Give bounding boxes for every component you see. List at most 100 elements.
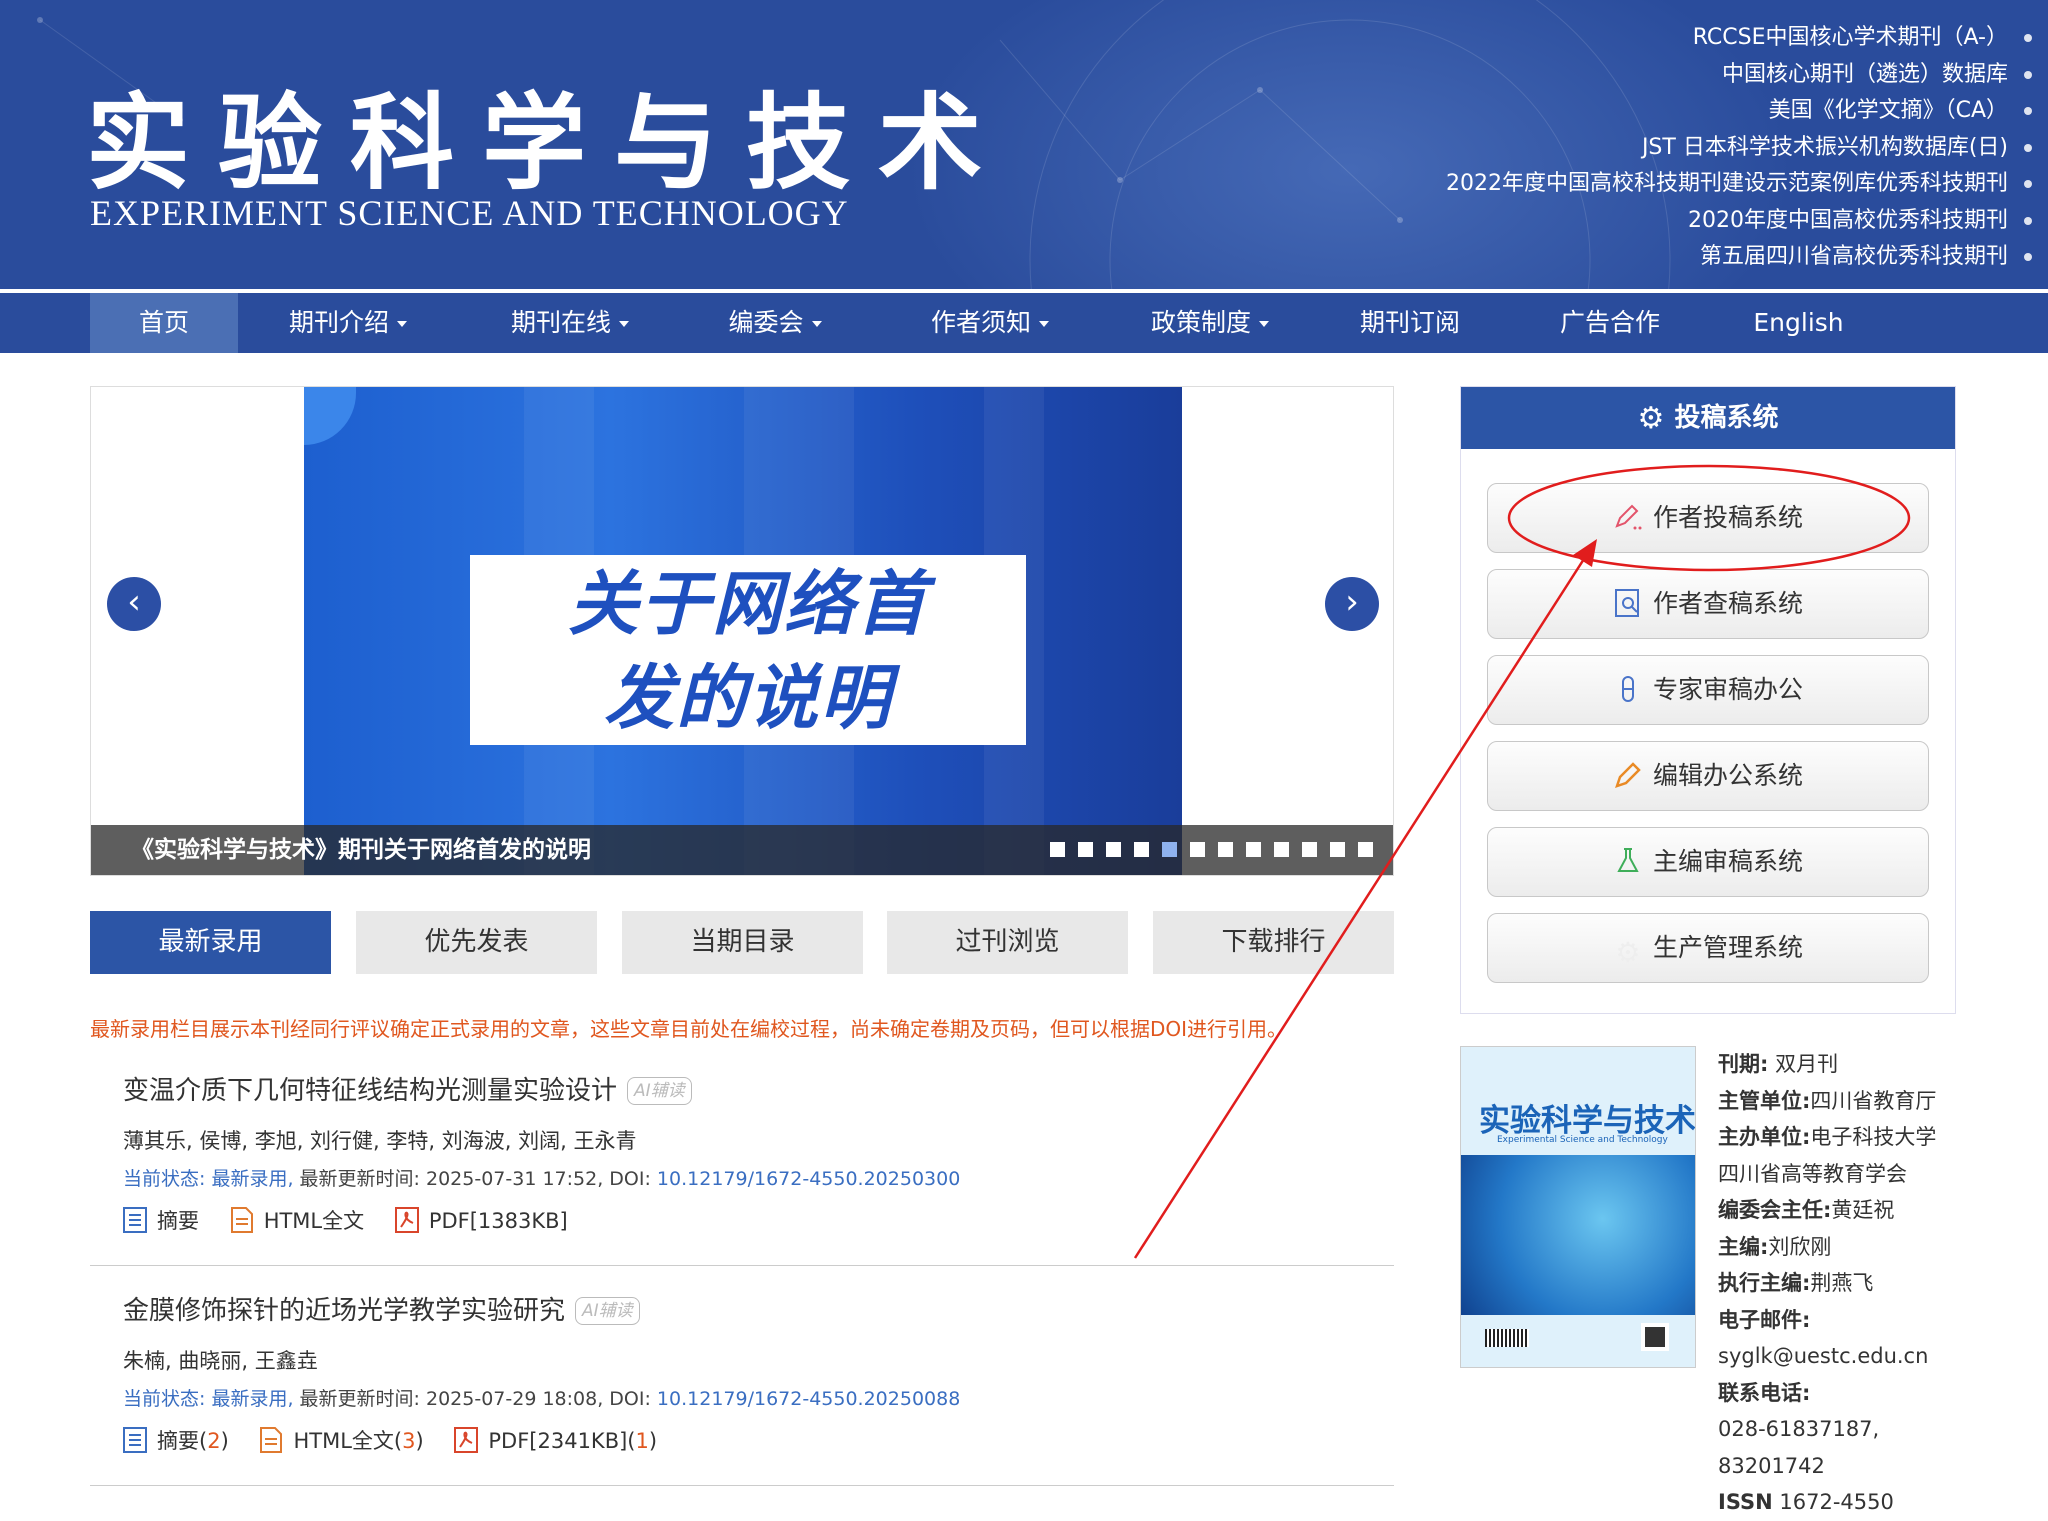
info-line: ISSN 1672-4550 [1718, 1490, 1894, 1514]
editor-office-button[interactable]: 编辑办公系统 [1487, 741, 1929, 811]
status-label: 当前状态: [123, 1388, 206, 1410]
tab-priority[interactable]: 优先发表 [356, 911, 597, 974]
tab-download-ranking[interactable]: 下载排行 [1153, 911, 1394, 974]
article-links: 摘要(2) HTML全文(3) PDF[2341KB](1) [123, 1425, 681, 1455]
author-submission-button[interactable]: 作者投稿系统 [1487, 483, 1929, 553]
carousel-dot[interactable] [1246, 842, 1261, 857]
carousel-dot[interactable] [1302, 842, 1317, 857]
carousel-dot[interactable] [1050, 842, 1065, 857]
tab-current-issue[interactable]: 当期目录 [622, 911, 863, 974]
doi-link[interactable]: 10.12179/1672-4550.20250300 [657, 1168, 960, 1190]
carousel-dot[interactable] [1106, 842, 1121, 857]
main-nav: 首页 期刊介绍 期刊在线 编委会 作者须知 政策制度 期刊订阅 广告合作 Eng… [0, 291, 2048, 353]
journal-logo-en: EXPERIMENT SCIENCE AND TECHNOLOGY [90, 193, 849, 233]
carousel-dot[interactable] [1078, 842, 1093, 857]
qr-code-icon [1641, 1323, 1669, 1351]
info-line: 主管单位:四川省教育厅 [1718, 1088, 1937, 1113]
ai-read-badge[interactable]: AI辅读 [575, 1297, 640, 1325]
honor-item: 美国《化学文摘》（CA） [1446, 93, 2032, 130]
article-divider [90, 1265, 1394, 1266]
nav-policies[interactable]: 政策制度 [1120, 293, 1300, 353]
list-icon [123, 1427, 147, 1453]
gear-icon: ⚙ [1637, 401, 1665, 436]
chief-editor-review-button[interactable]: 主编审稿系统 [1487, 827, 1929, 897]
article-title[interactable]: 金膜修饰探针的近场光学教学实验研究 AI辅读 [123, 1290, 640, 1327]
article-item: 金膜修饰探针的近场光学教学实验研究 AI辅读 朱楠, 曲晓丽, 王鑫垚 当前状态:… [90, 1290, 1394, 1490]
article-title[interactable]: 变温介质下几何特征线结构光测量实验设计 AI辅读 [123, 1070, 692, 1107]
info-line: 联系电话: [1718, 1380, 1811, 1405]
journal-cover[interactable]: 实验科学与技术 Experimental Science and Technol… [1460, 1046, 1696, 1368]
cover-subtitle: Experimental Science and Technology [1497, 1135, 1668, 1145]
nav-editorial-board[interactable]: 编委会 [700, 293, 850, 353]
abstract-link[interactable]: 摘要 [123, 1205, 199, 1235]
slide-title-line: 关于网络首 [568, 563, 928, 645]
pdf-link[interactable]: PDF[2341KB](1) [454, 1427, 657, 1453]
carousel-dot[interactable] [1358, 842, 1373, 857]
nav-subscribe[interactable]: 期刊订阅 [1340, 293, 1480, 353]
journal-logo-cn[interactable]: 实验科学与技术 [86, 58, 1010, 209]
article-links: 摘要 HTML全文 PDF[1383KB] [123, 1205, 592, 1235]
html-fulltext-link[interactable]: HTML全文 [230, 1205, 364, 1235]
article-authors[interactable]: 薄其乐, 侯博, 李旭, 刘行健, 李特, 刘海波, 刘阔, 王永青 [123, 1125, 636, 1155]
doi-link[interactable]: 10.12179/1672-4550.20250088 [657, 1388, 960, 1410]
tab-latest-accepted[interactable]: 最新录用 [90, 911, 331, 974]
cover-artwork [1461, 1155, 1695, 1315]
carousel-next-button[interactable]: › [1325, 577, 1379, 631]
site-header: 实验科学与技术 EXPERIMENT SCIENCE AND TECHNOLOG… [0, 0, 2048, 289]
article-meta: 当前状态: 最新录用, 最新更新时间: 2025-07-31 17:52, DO… [123, 1164, 960, 1191]
nav-author-guide[interactable]: 作者须知 [900, 293, 1080, 353]
carousel-slide[interactable]: 关于网络首 发的说明 [304, 387, 1182, 875]
slide-title-line: 发的说明 [604, 657, 892, 739]
pdf-icon [454, 1427, 479, 1453]
carousel-caption[interactable]: 《实验科学与技术》期刊关于网络首发的说明 [91, 825, 1393, 875]
info-line: 电子邮件: [1718, 1307, 1811, 1332]
article-authors[interactable]: 朱楠, 曲晓丽, 王鑫垚 [123, 1345, 318, 1375]
carousel-dot-active[interactable] [1162, 842, 1177, 857]
ai-read-badge[interactable]: AI辅读 [627, 1077, 692, 1105]
chevron-right-icon: › [1345, 582, 1359, 622]
html-fulltext-link[interactable]: HTML全文(3) [259, 1425, 424, 1455]
email-link[interactable]: syglk@uestc.edu.cn [1718, 1338, 1936, 1375]
caret-down-icon [811, 321, 822, 327]
info-line: 编委会主任:黄廷祝 [1718, 1198, 1895, 1222]
updated-time: 最新更新时间: 2025-07-31 17:52, DOI: [299, 1168, 651, 1190]
honor-item: RCCSE中国核心学术期刊（A-） [1446, 20, 2032, 57]
nav-ads[interactable]: 广告合作 [1540, 293, 1680, 353]
journal-info-lines: 刊期: 双月刊 主管单位:四川省教育厅 主办单位:电子科技大学 四川省高等教育学… [1718, 1046, 1936, 1521]
carousel-dot[interactable] [1134, 842, 1149, 857]
slide-corner [304, 387, 356, 445]
carousel-prev-button[interactable]: ‹ [107, 577, 161, 631]
abstract-count: 2 [207, 1429, 221, 1453]
production-management-button[interactable]: ⚙ 生产管理系统 [1487, 913, 1929, 983]
test-tube-icon [1621, 676, 1634, 702]
chevron-left-icon: ‹ [127, 582, 141, 622]
pdf-link[interactable]: PDF[1383KB] [394, 1207, 568, 1233]
honor-item: 中国核心期刊（遴选）数据库 [1446, 57, 2032, 94]
carousel-dot[interactable] [1190, 842, 1205, 857]
abstract-link[interactable]: 摘要(2) [123, 1425, 229, 1455]
nav-journal-intro[interactable]: 期刊介绍 [258, 293, 438, 353]
info-line: 主编:刘欣刚 [1718, 1234, 1832, 1259]
caret-down-icon [1259, 321, 1269, 327]
tab-past-issues[interactable]: 过刊浏览 [887, 911, 1128, 974]
caret-down-icon [1039, 321, 1049, 327]
honor-item: 2020年度中国高校优秀科技期刊 [1446, 203, 2032, 240]
carousel-dot[interactable] [1218, 842, 1233, 857]
info-line: 执行主编:荆燕飞 [1718, 1271, 1874, 1295]
flask-icon [1617, 848, 1639, 872]
carousel-dots [1037, 842, 1373, 858]
caret-down-icon [619, 321, 629, 327]
nav-journal-online[interactable]: 期刊在线 [480, 293, 660, 353]
carousel-dot[interactable] [1274, 842, 1289, 857]
pdf-icon [394, 1207, 419, 1233]
article-tabs: 最新录用 优先发表 当期目录 过刊浏览 下载排行 [90, 911, 1394, 974]
nav-home[interactable]: 首页 [90, 293, 238, 353]
expert-review-button[interactable]: 专家审稿办公 [1487, 655, 1929, 725]
author-query-button[interactable]: 作者查稿系统 [1487, 569, 1929, 639]
carousel-dot[interactable] [1330, 842, 1345, 857]
pdf-count: 1 [635, 1429, 649, 1453]
nav-english[interactable]: English [1736, 293, 1861, 353]
submission-panel: ⚙ 投稿系统 作者投稿系统 作者查稿系统 专家审稿办公 编辑办公系统 主编审稿系统… [1460, 386, 1956, 1014]
honor-item: 第五届四川省高校优秀科技期刊 [1446, 239, 2032, 276]
updated-time: 最新更新时间: 2025-07-29 18:08, DOI: [299, 1388, 651, 1410]
